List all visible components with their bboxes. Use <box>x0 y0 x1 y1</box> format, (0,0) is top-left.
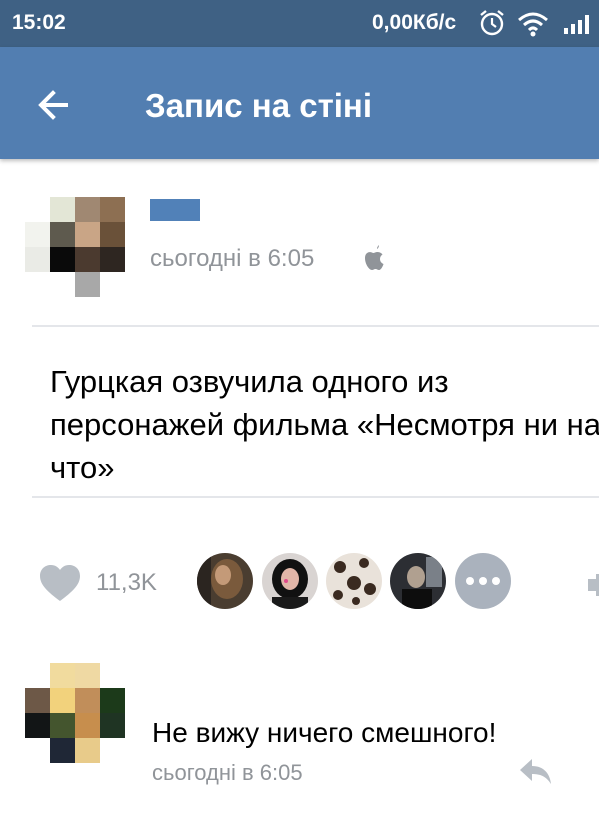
alarm-icon <box>480 10 504 36</box>
post-text: Гурцкая озвучила одного из персонажей фи… <box>50 364 599 485</box>
status-time: 15:02 <box>12 11 66 34</box>
post-timestamp: сьогодні в 6:05 <box>150 245 315 272</box>
comment-timestamp: сьогодні в 6:05 <box>152 760 303 785</box>
post-divider-bottom <box>32 496 599 498</box>
like-button[interactable] <box>38 563 82 603</box>
back-button[interactable] <box>30 81 78 129</box>
arrow-left-icon <box>38 90 68 120</box>
author-name[interactable] <box>150 199 200 221</box>
liker-photo <box>197 553 253 609</box>
ellipsis-icon <box>492 577 500 585</box>
heart-icon <box>40 565 80 601</box>
status-bar: 15:02 0,00Кб/с <box>0 0 599 47</box>
wifi-icon <box>518 12 548 37</box>
liker-avatar[interactable] <box>197 553 253 609</box>
commenter-avatar[interactable] <box>25 663 125 763</box>
liker-photo <box>326 553 382 609</box>
signal-icon <box>564 15 589 34</box>
ellipsis-icon <box>479 577 487 585</box>
author-avatar[interactable] <box>25 197 125 297</box>
liker-avatar[interactable] <box>390 553 446 609</box>
liker-avatar[interactable] <box>326 553 382 609</box>
liker-photo <box>262 553 318 609</box>
reply-button[interactable] <box>518 757 554 787</box>
more-likers-button[interactable] <box>455 553 511 609</box>
comment-text: Не вижу ничего смешного! <box>152 717 497 748</box>
network-speed: 0,00Кб/с <box>372 11 457 34</box>
liker-avatar[interactable] <box>262 553 318 609</box>
apple-icon <box>365 245 384 270</box>
post-divider-top <box>32 325 599 327</box>
reply-icon <box>520 759 551 784</box>
like-count: 11,3K <box>96 569 157 596</box>
page-title: Запис на стіні <box>145 87 373 124</box>
liker-photo <box>390 553 446 609</box>
share-icon[interactable] <box>583 572 599 598</box>
app-bar: Запис на стіні <box>0 47 599 159</box>
ellipsis-icon <box>466 577 474 585</box>
